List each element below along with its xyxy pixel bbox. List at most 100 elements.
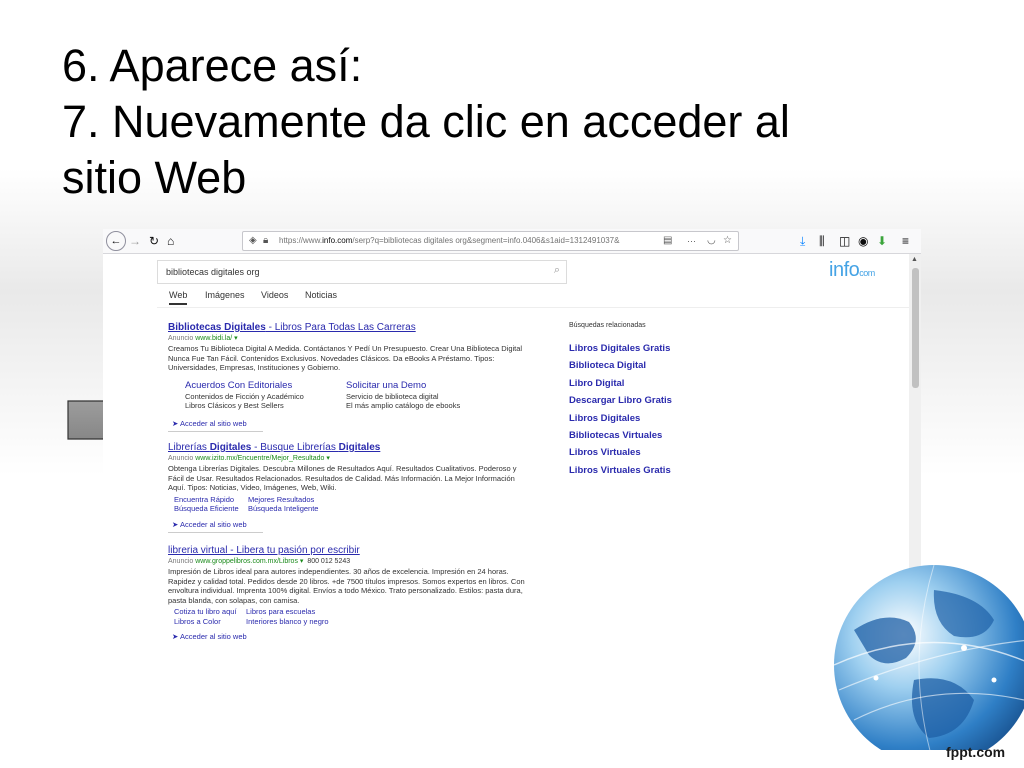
result-3-phone[interactable]: 800 012 5243	[307, 558, 350, 565]
reader-view-icon[interactable]: ▤	[663, 233, 672, 249]
play-arrow-icon: ➤	[172, 632, 179, 641]
dropdown-caret-icon[interactable]: ▾	[326, 455, 330, 462]
browser-window: ← → ↻ ⌂ ◈ 🔒︎ https://www.info.com/serp?q…	[103, 229, 921, 641]
result-3-url[interactable]: www.groppelibros.com.mx/Libros	[195, 558, 298, 565]
related-item[interactable]: Biblioteca Digital	[569, 357, 869, 374]
reload-icon[interactable]: ↻	[149, 232, 159, 250]
visit-site-button-1[interactable]: ➤ Acceder al sitio web	[168, 419, 263, 432]
tab-web[interactable]: Web	[169, 290, 188, 305]
tab-images[interactable]: Imágenes	[205, 290, 245, 300]
title-line-1: 6. Aparece así:	[62, 40, 363, 91]
title-line-2: 7. Nuevamente da clic en acceder al	[62, 96, 790, 147]
result-2-title[interactable]: Librerías Digitales - Busque Librerías D…	[168, 441, 538, 454]
library-icon[interactable]: ⫼	[819, 232, 825, 250]
mini-link[interactable]: Búsqueda Eficiente	[174, 504, 239, 514]
related-searches: Búsquedas relacionadas Libros Digitales …	[569, 321, 869, 479]
download-icon[interactable]: ⤓	[800, 232, 805, 250]
logo-text: info	[829, 259, 860, 281]
result-2-title-bold: Digitales	[338, 442, 381, 453]
result-1-meta: Anuncio www.bidi.la/ ▾	[168, 334, 538, 344]
related-item[interactable]: Descargar Libro Gratis	[569, 392, 869, 409]
globe-icon	[833, 564, 1024, 750]
visit-site-button-3[interactable]: ➤ Acceder al sitio web	[168, 632, 263, 641]
home-icon[interactable]: ⌂	[167, 232, 174, 250]
scroll-thumb[interactable]	[912, 268, 919, 388]
url-text: https://www.info.com/serp?q=bibliotecas …	[279, 232, 639, 250]
play-arrow-icon: ➤	[172, 519, 179, 529]
mini-link[interactable]: Búsqueda Inteligente	[248, 504, 318, 514]
visit-site-button-2[interactable]: ➤ Acceder al sitio web	[168, 520, 263, 533]
shield-icon: ◈	[249, 235, 257, 246]
mini-link[interactable]: Encuentra Rápido	[174, 495, 234, 505]
scroll-up-icon[interactable]: ▲	[911, 256, 918, 263]
result-2-title-part: Librerías	[168, 442, 210, 453]
url-rest: /serp?q=bibliotecas digitales org&segmen…	[352, 236, 620, 245]
result-2-url[interactable]: www.izito.mx/Encuentre/Mejor_Resultado	[195, 455, 324, 462]
mini-link[interactable]: Libros para escuelas	[246, 607, 315, 617]
search-box[interactable]: ⌕	[157, 260, 567, 284]
sitelink-solicitar-demo: Solicitar una Demo Servicio de bibliotec…	[346, 380, 460, 410]
visit-site-label: Acceder al sitio web	[179, 632, 247, 641]
dropdown-caret-icon[interactable]: ▾	[300, 558, 304, 565]
mini-link[interactable]: Interiores blanco y negro	[246, 617, 329, 627]
result-3-meta: Anuncio www.groppelibros.com.mx/Libros ▾…	[168, 557, 538, 567]
result-1-description: Creamos Tu Biblioteca Digital A Medida. …	[168, 344, 523, 372]
logo-suffix: com	[859, 268, 875, 278]
url-prefix: https://www.	[279, 236, 323, 245]
sitelink-title[interactable]: Solicitar una Demo	[346, 380, 460, 392]
related-item[interactable]: Libros Digitales Gratis	[569, 340, 869, 357]
sitelink-acuerdos: Acuerdos Con Editoriales Contenidos de F…	[185, 380, 304, 410]
title-line-3: sitio Web	[62, 152, 247, 203]
account-icon[interactable]: ◉	[858, 232, 868, 250]
ad-label: Anuncio	[168, 455, 194, 462]
result-2-title-bold: Digitales	[209, 442, 252, 453]
result-1-sitelinks: Acuerdos Con Editoriales Contenidos de F…	[185, 380, 538, 414]
play-arrow-icon: ➤	[172, 418, 179, 428]
related-item[interactable]: Libro Digital	[569, 375, 869, 392]
url-domain: info.com	[322, 236, 353, 245]
sitelink-title[interactable]: Acuerdos Con Editoriales	[185, 380, 304, 392]
mini-link[interactable]: Cotiza tu libro aquí	[174, 607, 237, 617]
extension-icon[interactable]: ⬇	[877, 232, 887, 250]
search-result-3: libreria virtual - Libera tu pasión por …	[168, 544, 538, 641]
menu-icon[interactable]: ≡	[902, 232, 909, 250]
sitelink-desc: Contenidos de Ficción y Académico	[185, 391, 304, 401]
search-result-1: Bibliotecas Digitales - Libros Para Toda…	[168, 321, 538, 432]
back-arrow-icon[interactable]: ←	[106, 231, 126, 251]
search-icon[interactable]: ⌕	[554, 264, 560, 277]
forward-arrow-icon[interactable]: →	[129, 232, 141, 250]
address-bar[interactable]: ◈ 🔒︎ https://www.info.com/serp?q=bibliot…	[242, 231, 739, 251]
sitelink-desc: Servicio de biblioteca digital	[346, 391, 439, 401]
dropdown-caret-icon[interactable]: ▾	[234, 335, 238, 342]
mini-link[interactable]: Libros a Color	[174, 617, 221, 627]
related-item[interactable]: Libros Virtuales Gratis	[569, 462, 869, 479]
visit-site-label: Acceder al sitio web	[179, 418, 247, 428]
result-3-title[interactable]: libreria virtual - Libera tu pasión por …	[168, 544, 538, 557]
sitelink-desc: Libros Clásicos y Best Sellers	[185, 400, 284, 410]
tabs-divider	[157, 307, 909, 308]
result-1-title-rest: - Libros Para Todas Las Carreras	[265, 322, 416, 333]
result-1-url[interactable]: www.bidi.la/	[195, 335, 232, 342]
ad-label: Anuncio	[168, 335, 194, 342]
sitelink-desc: El más amplio catálogo de ebooks	[346, 400, 461, 410]
sidebar-icon[interactable]: ◫	[839, 232, 850, 250]
browser-toolbar: ← → ↻ ⌂ ◈ 🔒︎ https://www.info.com/serp?q…	[103, 229, 921, 254]
result-2-links: Encuentra Rápido Mejores Resultados Búsq…	[174, 495, 538, 515]
result-2-title-part: - Busque Librerías	[251, 442, 339, 453]
related-item[interactable]: Libros Virtuales	[569, 444, 869, 461]
fppt-watermark: fppt.com	[946, 744, 1006, 760]
related-item[interactable]: Bibliotecas Virtuales	[569, 427, 869, 444]
pocket-icon[interactable]: ◡	[707, 233, 716, 249]
bookmark-star-icon[interactable]: ☆	[723, 233, 732, 249]
info-logo[interactable]: infocom	[829, 259, 875, 282]
page-actions-icon[interactable]: ···	[687, 233, 696, 249]
result-1-title-bold: Bibliotecas Digitales	[168, 322, 266, 333]
tab-videos[interactable]: Videos	[261, 290, 288, 300]
tab-news[interactable]: Noticias	[305, 290, 337, 300]
related-item[interactable]: Libros Digitales	[569, 410, 869, 427]
result-2-description: Obtenga Librerías Digitales. Descubra Mi…	[168, 464, 517, 492]
result-1-title[interactable]: Bibliotecas Digitales - Libros Para Toda…	[168, 321, 538, 334]
mini-link[interactable]: Mejores Resultados	[248, 495, 314, 505]
search-input[interactable]	[166, 264, 536, 279]
visit-site-label: Acceder al sitio web	[179, 519, 247, 529]
